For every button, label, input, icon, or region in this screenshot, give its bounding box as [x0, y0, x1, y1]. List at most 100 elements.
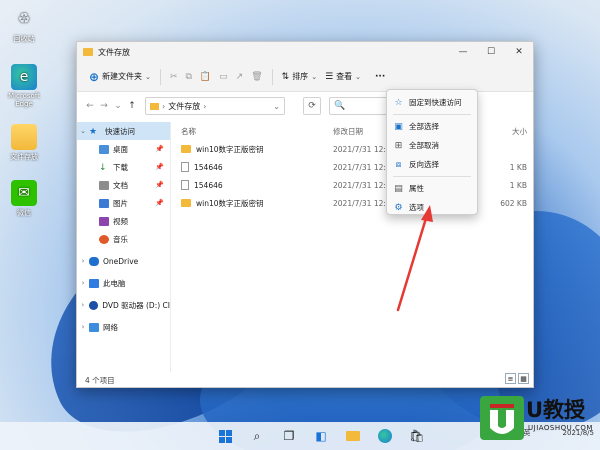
download-icon: ↓	[99, 162, 107, 173]
sidebar-item-quick-access[interactable]: ⌄ ★ 快速访问	[77, 122, 170, 140]
sidebar-item-label: 快速访问	[105, 126, 135, 136]
pin-star-icon: ☆	[394, 97, 403, 108]
watermark: U教授 UJIAOSHOU.COM	[480, 392, 598, 448]
menu-divider	[393, 176, 471, 177]
refresh-button[interactable]: ⟳	[303, 97, 321, 115]
sidebar-item-label: 网络	[103, 322, 118, 332]
store-button[interactable]: 🛍	[406, 426, 428, 446]
desktop-icon-label: Microsoft Edge	[8, 92, 40, 108]
rename-button[interactable]: ▭	[215, 66, 232, 88]
share-icon: ↗	[235, 71, 244, 82]
menu-item-select-all[interactable]: ▣ 全部选择	[387, 117, 477, 136]
details-view-icon[interactable]: ≡	[505, 373, 516, 384]
chevron-right-icon: ›	[162, 101, 166, 111]
cloud-icon	[89, 256, 99, 266]
view-toggle: ≡ ▦	[503, 373, 529, 384]
desktop-icon-edge[interactable]: e Microsoft Edge	[4, 64, 44, 108]
new-folder-label: 新建文件夹	[102, 72, 143, 81]
sidebar-item-pictures[interactable]: 图片 📌	[77, 194, 170, 212]
search-button[interactable]: ⌕	[246, 426, 268, 446]
sort-button[interactable]: ⇅ 排序 ⌄	[278, 66, 321, 88]
status-bar: 4 个项目	[77, 372, 533, 388]
task-view-icon: ❐	[283, 429, 295, 443]
forward-arrow-icon[interactable]: →	[97, 101, 111, 111]
navigation-pane: ⌄ ★ 快速访问 桌面 📌 ↓ 下载 📌 文档 📌 图片 📌 视频 音乐 › O…	[77, 122, 171, 372]
breadcrumb: 文件存放	[168, 101, 201, 111]
task-view-button[interactable]: ❐	[278, 426, 300, 446]
title-bar[interactable]: 文件存放 — ☐ ✕	[77, 42, 533, 62]
menu-item-properties[interactable]: ▤ 属性	[387, 179, 477, 198]
widgets-button[interactable]: ◧	[310, 426, 332, 446]
file-size: 1 KB	[509, 162, 527, 172]
file-name: win10数字正版密钥	[196, 198, 264, 208]
dvd-icon	[88, 300, 99, 310]
network-icon	[89, 322, 99, 332]
address-bar[interactable]: › 文件存放 › ⌄	[145, 97, 285, 115]
maximize-button[interactable]: ☐	[477, 42, 505, 62]
view-button[interactable]: ☰ 查看 ⌄	[321, 66, 365, 88]
folder-icon	[150, 102, 159, 110]
sidebar-item-onedrive[interactable]: › OneDrive	[77, 252, 170, 270]
column-header-size[interactable]: 大小	[483, 126, 531, 137]
column-header-name[interactable]: 名称	[177, 126, 333, 137]
menu-item-options[interactable]: ⚙ 选项	[387, 198, 477, 217]
menu-item-label: 全部取消	[409, 141, 439, 150]
back-arrow-icon[interactable]: ←	[83, 101, 97, 111]
menu-item-select-none[interactable]: ⊞ 全部取消	[387, 136, 477, 155]
menu-item-label: 属性	[409, 184, 424, 193]
menu-item-invert-selection[interactable]: ⧈ 反向选择	[387, 155, 477, 174]
watermark-brand: U教授	[526, 398, 586, 422]
sidebar-item-documents[interactable]: 文档 📌	[77, 176, 170, 194]
desktop-icon-label: 回收站	[13, 35, 35, 43]
tiles-view-icon[interactable]: ▦	[518, 373, 529, 384]
menu-item-label: 固定到快速访问	[409, 98, 462, 107]
sidebar-item-desktop[interactable]: 桌面 📌	[77, 140, 170, 158]
minimize-button[interactable]: —	[449, 42, 477, 62]
document-icon	[181, 162, 189, 172]
delete-button[interactable]: 🗑	[247, 66, 266, 88]
sidebar-item-dvd[interactable]: › DVD 驱动器 (D:) CI	[77, 296, 170, 314]
sidebar-item-label: 下载	[113, 162, 128, 172]
cut-icon: ✂	[169, 71, 178, 82]
more-options-button[interactable]: ···	[371, 66, 389, 88]
desktop-icon-label: 文件存放	[10, 153, 38, 161]
sidebar-item-this-pc[interactable]: › 此电脑	[77, 274, 170, 292]
file-size: 602 KB	[500, 198, 527, 208]
new-folder-button[interactable]: ⊕ 新建文件夹 ⌄	[85, 66, 155, 88]
properties-icon: ▤	[394, 183, 403, 194]
sort-icon: ⇅	[281, 71, 290, 82]
item-count: 4 个项目	[85, 375, 115, 385]
chevron-down-icon: ⌄	[80, 127, 86, 135]
pin-icon[interactable]: 📌	[155, 145, 164, 153]
cut-button[interactable]: ✂	[166, 66, 182, 88]
folder-icon	[346, 431, 360, 441]
sidebar-item-music[interactable]: 音乐	[77, 230, 170, 248]
up-arrow-icon[interactable]: ↑	[125, 101, 139, 111]
copy-button[interactable]: ⧉	[181, 66, 195, 88]
start-button[interactable]	[214, 426, 236, 446]
chevron-down-icon: ⌄	[273, 101, 280, 111]
share-button[interactable]: ↗	[232, 66, 248, 88]
sidebar-item-downloads[interactable]: ↓ 下载 📌	[77, 158, 170, 176]
desktop-icon-recycle-bin[interactable]: ♻ 回收站	[4, 6, 44, 44]
menu-item-label: 全部选择	[409, 122, 439, 131]
pin-icon[interactable]: 📌	[155, 199, 164, 207]
search-input[interactable]: 🔍	[329, 97, 389, 115]
divider	[271, 68, 273, 85]
edge-button[interactable]	[374, 426, 396, 446]
watermark-logo-icon	[486, 404, 518, 440]
view-icon: ☰	[325, 71, 334, 82]
pin-icon[interactable]: 📌	[155, 181, 164, 189]
view-label: 查看	[336, 72, 353, 81]
file-name: win10数字正版密钥	[196, 144, 264, 154]
desktop-icon-wechat[interactable]: ✉ 微信	[4, 180, 44, 218]
sidebar-item-network[interactable]: › 网络	[77, 318, 170, 336]
file-explorer-button[interactable]	[342, 426, 364, 446]
close-button[interactable]: ✕	[505, 42, 533, 62]
sidebar-item-videos[interactable]: 视频	[77, 212, 170, 230]
pin-icon[interactable]: 📌	[155, 163, 164, 171]
paste-button[interactable]: 📋	[196, 66, 215, 88]
chevron-down-icon[interactable]: ⌄	[111, 101, 125, 111]
desktop-icon-folder[interactable]: 文件存放	[4, 124, 44, 162]
menu-item-pin-quick-access[interactable]: ☆ 固定到快速访问	[387, 93, 477, 112]
